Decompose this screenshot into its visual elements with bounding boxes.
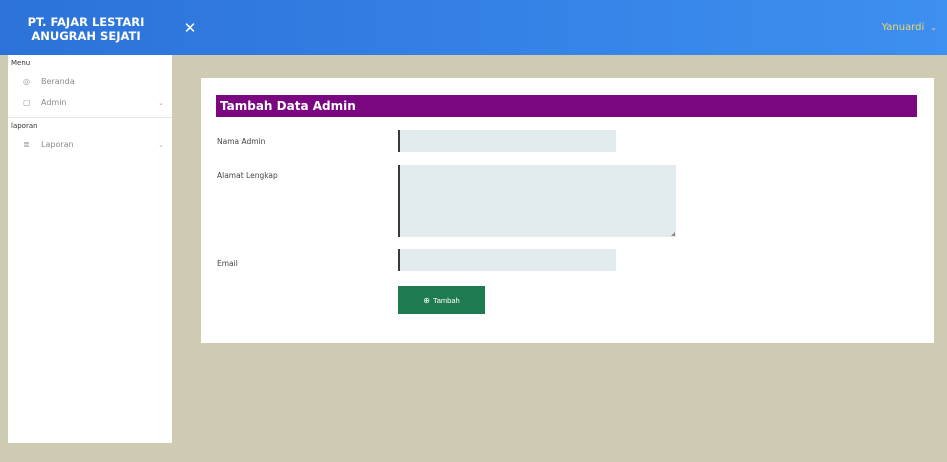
alamat-label: Alamat Lengkap [217, 171, 278, 180]
home-icon: ◎ [23, 77, 30, 86]
report-icon: ≣ [23, 140, 30, 149]
user-name: Yanuardi [881, 22, 925, 33]
chevron-down-icon: ⌄ [158, 98, 164, 107]
sidebar-section-menu: Menu [11, 59, 31, 67]
sidebar-item-label: Beranda [41, 77, 75, 86]
brand-line-2: ANUGRAH SEJATI [31, 28, 141, 43]
sidebar-item-beranda[interactable]: ◎ Beranda [8, 71, 172, 92]
footer [0, 443, 947, 462]
user-box-icon: ▢ [23, 98, 31, 107]
sidebar: Menu ◎ Beranda ▢ Admin ⌄ laporan ≣ Lapor… [8, 55, 172, 443]
tambah-button-label: Tambah [433, 295, 460, 305]
sidebar-item-label: Admin [41, 98, 67, 107]
brand-line-1: PT. FAJAR LESTARI [27, 14, 145, 29]
sidebar-item-admin[interactable]: ▢ Admin ⌄ [8, 92, 172, 113]
sidebar-item-label: Laporan [41, 140, 74, 149]
sidebar-section-laporan: laporan [11, 122, 38, 130]
sidebar-toggle-icon[interactable]: ✕ [180, 19, 200, 37]
form-title: Tambah Data Admin [216, 95, 917, 117]
nama-admin-label: Nama Admin [217, 137, 266, 146]
chevron-down-icon: ⌄ [930, 23, 937, 32]
nama-admin-input[interactable] [398, 130, 616, 152]
tambah-button[interactable]: ⊕ Tambah [398, 286, 485, 314]
email-input[interactable] [398, 249, 616, 271]
sidebar-item-laporan[interactable]: ≣ Laporan ⌄ [8, 134, 172, 155]
resize-grip-icon[interactable] [671, 232, 675, 236]
form-card: Tambah Data Admin Nama Admin Alamat Leng… [201, 78, 934, 343]
brand-logo-text[interactable]: PT. FAJAR LESTARI ANUGRAH SEJATI [0, 0, 172, 55]
top-navbar: PT. FAJAR LESTARI ANUGRAH SEJATI ✕ Yanua… [0, 0, 947, 55]
plus-circle-icon: ⊕ [423, 295, 430, 305]
chevron-down-icon: ⌄ [158, 140, 164, 149]
email-label: Email [217, 259, 238, 268]
user-menu[interactable]: Yanuardi ⌄ [882, 0, 937, 55]
alamat-textarea[interactable] [398, 165, 676, 237]
